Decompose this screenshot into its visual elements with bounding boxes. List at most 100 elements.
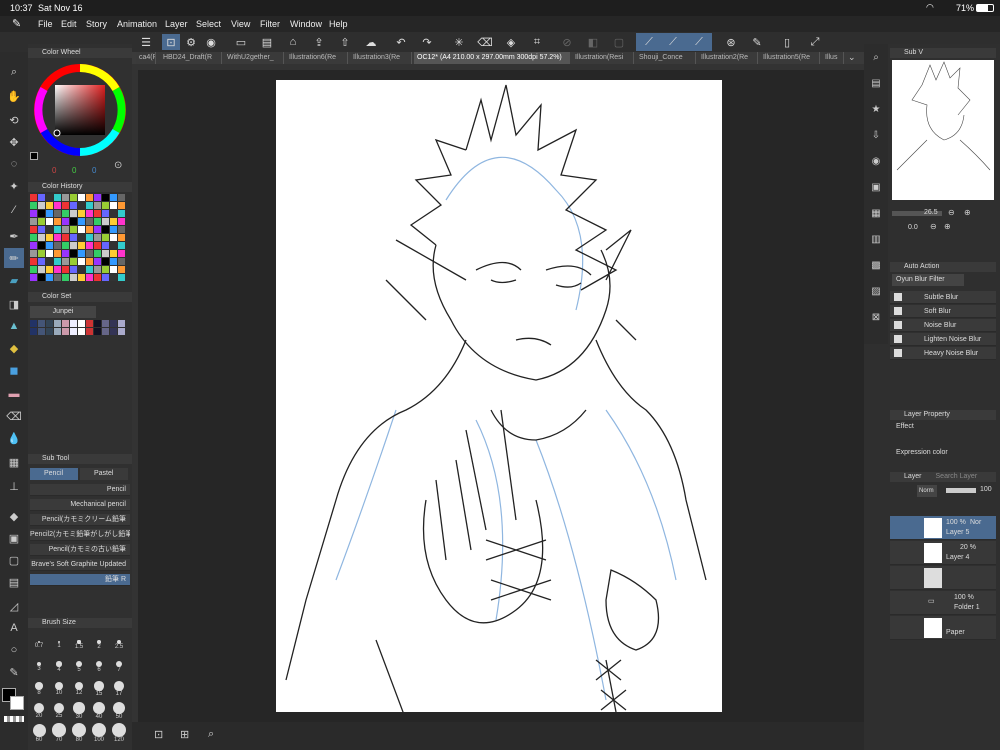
cloud-icon[interactable]: ☁ — [362, 34, 380, 50]
color-history-swatch[interactable] — [30, 242, 37, 249]
tab-6[interactable]: Illustration(Resi — [572, 52, 634, 64]
color-history-swatch[interactable] — [62, 274, 69, 281]
stroke-icon-2[interactable]: ⟋ — [664, 34, 682, 50]
ruler-icon[interactable]: ⊛ — [722, 34, 740, 50]
blend-tool-icon[interactable]: ◼ — [4, 360, 24, 380]
color-history-swatch[interactable] — [30, 218, 37, 225]
color-history-swatch[interactable] — [62, 234, 69, 241]
color-history-swatch[interactable] — [70, 218, 77, 225]
menu-layer[interactable]: Layer — [165, 16, 188, 32]
color-history-swatch[interactable] — [30, 250, 37, 257]
color-history-swatch[interactable] — [94, 226, 101, 233]
color-history-swatch[interactable] — [118, 202, 125, 209]
download-icon[interactable]: ⇩ — [869, 128, 883, 142]
color-set-swatch[interactable] — [78, 328, 85, 335]
search-icon[interactable]: ⌕ — [869, 50, 883, 64]
stroke-icon-3[interactable]: ⟋ — [690, 34, 708, 50]
color-history-swatch[interactable] — [86, 202, 93, 209]
color-history-swatch[interactable] — [94, 274, 101, 281]
color-history-swatch[interactable] — [78, 258, 85, 265]
color-history-swatch[interactable] — [118, 242, 125, 249]
navigator-preview[interactable] — [892, 60, 994, 200]
auto-action-item[interactable]: Heavy Noise Blur — [890, 347, 996, 360]
brush-size-option[interactable]: 7 — [110, 656, 128, 676]
color-history-swatch[interactable] — [102, 274, 109, 281]
color-history-swatch[interactable] — [86, 234, 93, 241]
grid-tool-icon[interactable]: ▦ — [4, 452, 24, 472]
brush-size-option[interactable]: 15 — [90, 678, 108, 698]
color-history-swatch[interactable] — [118, 234, 125, 241]
color-history-swatch[interactable] — [110, 210, 117, 217]
color-mode-icon[interactable]: ⊙ — [114, 160, 122, 171]
color-history-swatch[interactable] — [110, 266, 117, 273]
color-history-swatch[interactable] — [78, 266, 85, 273]
history-icon[interactable]: ▩ — [869, 258, 883, 272]
color-history-swatch[interactable] — [86, 210, 93, 217]
move-tool-icon[interactable]: ✥ — [4, 132, 24, 152]
color-set-swatch[interactable] — [54, 328, 61, 335]
image-icon[interactable]: ▣ — [869, 180, 883, 194]
color-history-swatch[interactable] — [110, 226, 117, 233]
color-history-swatch[interactable] — [102, 194, 109, 201]
color-history-swatch[interactable] — [86, 274, 93, 281]
ruler-tool-icon[interactable]: ◿ — [4, 596, 24, 616]
zoom-in-icon[interactable]: ⊕ — [964, 208, 971, 217]
sub-tool-item[interactable]: Mechanical pencil — [30, 499, 130, 511]
layer-row-paper[interactable]: Paper — [890, 616, 996, 640]
deselect-icon[interactable]: ⊘ — [558, 34, 576, 50]
color-history-swatch[interactable] — [70, 194, 77, 201]
color-history-swatch[interactable] — [110, 258, 117, 265]
color-wheel[interactable] — [30, 60, 130, 160]
fill-tool-icon[interactable]: ◆ — [4, 506, 24, 526]
color-history-swatch[interactable] — [46, 258, 53, 265]
fullscreen-icon[interactable]: ⤢ — [806, 34, 824, 50]
color-history-swatch[interactable] — [30, 202, 37, 209]
color-history-swatch[interactable] — [86, 226, 93, 233]
auto-action-item[interactable]: Soft Blur — [890, 305, 996, 318]
tab-1[interactable]: HBD24_Draft(R — [160, 52, 222, 64]
brush-size-grid[interactable]: 0.7 1 1.5 2 2.5 3 4 5 6 7 8 10 12 15 17 20 25 30 40 50 60 70 8… — [30, 634, 130, 750]
share-icon[interactable]: ⇧ — [336, 34, 354, 50]
color-history-swatch[interactable] — [54, 234, 61, 241]
color-history-swatch[interactable] — [118, 250, 125, 257]
brush-size-option[interactable]: 40 — [90, 700, 108, 720]
tab-9[interactable]: Illustration5(Re — [760, 52, 820, 64]
color-history-swatch[interactable] — [102, 218, 109, 225]
color-history-swatch[interactable] — [30, 234, 37, 241]
sub-tool-item[interactable]: Pencil(カモミの古い鉛筆 — [30, 544, 130, 556]
color-history-swatch[interactable] — [118, 274, 125, 281]
crop-icon[interactable]: ▢ — [610, 34, 628, 50]
brush-size-option[interactable]: 80 — [70, 722, 88, 743]
sub-tool-item[interactable]: Pencil2(カモミ鉛筆がしがし鉛筆 — [30, 529, 130, 541]
tab-3[interactable]: Illustration6(Re — [286, 52, 348, 64]
color-history-swatch[interactable] — [54, 226, 61, 233]
balloon-tool-icon[interactable]: ○ — [4, 640, 24, 660]
color-history-swatch[interactable] — [118, 258, 125, 265]
color-set-swatch[interactable] — [110, 328, 117, 335]
zoom-icon[interactable]: ⌕ — [208, 728, 214, 741]
color-set-swatch[interactable] — [118, 320, 125, 327]
current-color-icon[interactable] — [30, 152, 38, 160]
color-set-swatch[interactable] — [46, 320, 53, 327]
brush-size-option[interactable]: 2 — [90, 634, 108, 654]
brush-size-option[interactable]: 1.5 — [70, 634, 88, 654]
color-history-swatch[interactable] — [62, 218, 69, 225]
settings-icon[interactable]: ⚙ — [182, 34, 200, 50]
frame-tool-icon[interactable]: ▤ — [4, 572, 24, 592]
color-history-swatch[interactable] — [110, 202, 117, 209]
color-history-swatch[interactable] — [46, 202, 53, 209]
brush-size-option[interactable]: 30 — [70, 700, 88, 720]
menu-file[interactable]: File — [38, 16, 53, 32]
color-history-swatch[interactable] — [102, 242, 109, 249]
sub-tool-tab-pencil[interactable]: Pencil — [30, 468, 78, 480]
brush-size-option[interactable]: 1 — [50, 634, 68, 654]
menu-window[interactable]: Window — [290, 16, 322, 32]
color-history-swatch[interactable] — [54, 210, 61, 217]
export-icon[interactable]: ⇪ — [310, 34, 328, 50]
color-history-swatch[interactable] — [70, 202, 77, 209]
blend-mode-select[interactable]: Norm — [917, 485, 937, 497]
tab-4[interactable]: Illustration3(Re — [350, 52, 412, 64]
color-history-swatch[interactable] — [110, 250, 117, 257]
color-history-swatch[interactable] — [118, 266, 125, 273]
color-set-swatch[interactable] — [86, 328, 93, 335]
